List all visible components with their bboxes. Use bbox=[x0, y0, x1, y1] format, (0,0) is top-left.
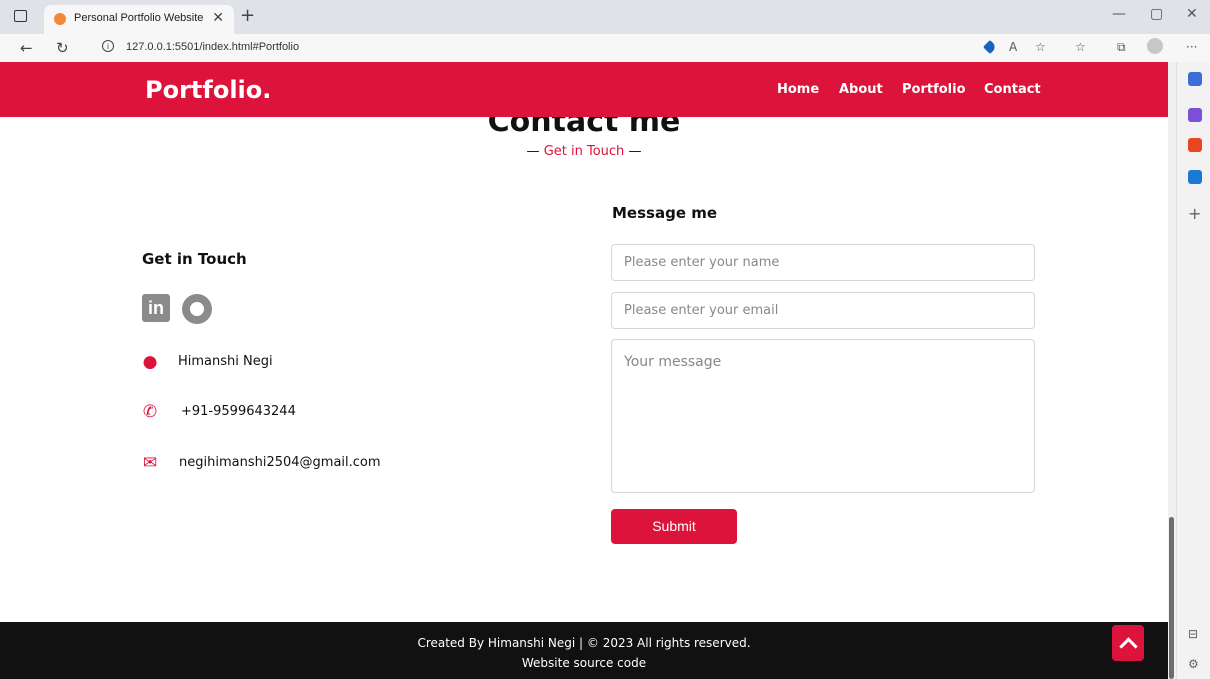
section-subtitle-text: Get in Touch bbox=[543, 144, 625, 159]
scrollbar-thumb[interactable] bbox=[1169, 517, 1174, 679]
scrollbar[interactable] bbox=[1168, 62, 1176, 679]
search-icon[interactable] bbox=[1188, 72, 1202, 86]
nav-contact[interactable]: Contact bbox=[984, 82, 1041, 97]
message-heading: Message me bbox=[612, 204, 718, 222]
contact-name: Himanshi Negi bbox=[178, 354, 273, 369]
tab-title: Personal Portfolio Website bbox=[74, 12, 204, 24]
message-textarea[interactable]: Your message bbox=[611, 339, 1035, 493]
footer: Created By Himanshi Negi | © 2023 All ri… bbox=[0, 622, 1168, 679]
github-icon[interactable] bbox=[182, 294, 212, 324]
close-window-icon[interactable]: ✕ bbox=[1186, 6, 1198, 22]
contact-email: negihimanshi2504@gmail.com bbox=[179, 455, 381, 470]
site-logo[interactable]: Portfolio. bbox=[145, 76, 271, 104]
new-tab-icon[interactable]: + bbox=[240, 5, 255, 26]
dash-left: — bbox=[526, 144, 540, 159]
page-viewport: Contact me — Get in Touch — Portfolio. H… bbox=[0, 62, 1168, 679]
user-icon: ● bbox=[142, 352, 158, 372]
favorites-icon[interactable]: ☆ bbox=[1075, 40, 1086, 54]
site-navbar: Portfolio. Home About Portfolio Contact bbox=[0, 62, 1168, 117]
close-tab-icon[interactable]: ✕ bbox=[212, 10, 224, 26]
minimize-icon[interactable]: — bbox=[1112, 6, 1126, 22]
tab-favicon-icon bbox=[54, 13, 66, 25]
address-bar: ← ↻ i 127.0.0.1:5501/index.html#Portfoli… bbox=[0, 34, 1210, 62]
edge-sidebar: + ⊟ ⚙ bbox=[1176, 62, 1210, 679]
linkedin-icon[interactable]: in bbox=[142, 294, 170, 322]
section-subtitle: — Get in Touch — bbox=[0, 144, 1168, 159]
footer-source-link[interactable]: Website source code bbox=[0, 656, 1168, 670]
refresh-icon[interactable]: ↻ bbox=[56, 39, 69, 57]
profile-icon[interactable] bbox=[1147, 38, 1163, 54]
sidebar-toggle-icon[interactable]: ⊟ bbox=[1188, 627, 1198, 641]
info-icon[interactable]: i bbox=[102, 40, 114, 52]
back-icon[interactable]: ← bbox=[20, 39, 33, 57]
name-input[interactable]: Please enter your name bbox=[611, 244, 1035, 281]
add-icon[interactable]: + bbox=[1188, 204, 1201, 223]
email-input[interactable]: Please enter your email bbox=[611, 292, 1035, 329]
scroll-to-top-button[interactable] bbox=[1112, 625, 1144, 661]
outlook-icon[interactable] bbox=[1188, 170, 1202, 184]
browser-tab-bar: Personal Portfolio Website ✕ + — ▢ ✕ bbox=[0, 0, 1210, 34]
dash-right: — bbox=[628, 144, 642, 159]
tab-actions-icon[interactable] bbox=[14, 10, 27, 22]
footer-copyright: Created By Himanshi Negi | © 2023 All ri… bbox=[417, 636, 751, 650]
contact-phone: +91-9599643244 bbox=[181, 404, 296, 419]
favorite-icon[interactable]: ☆ bbox=[1035, 40, 1046, 54]
more-icon[interactable]: ··· bbox=[1186, 40, 1197, 54]
get-in-touch-heading: Get in Touch bbox=[142, 250, 247, 268]
copilot-icon[interactable] bbox=[1188, 108, 1202, 122]
envelope-icon: ✉ bbox=[142, 453, 158, 473]
url-text: 127.0.0.1:5501/index.html#Portfolio bbox=[126, 41, 300, 53]
read-aloud-icon[interactable]: A bbox=[1009, 40, 1017, 54]
browser-tab[interactable]: Personal Portfolio Website ✕ bbox=[44, 5, 234, 34]
office-icon[interactable] bbox=[1188, 138, 1202, 152]
collections-icon[interactable]: ⧉ bbox=[1117, 40, 1126, 55]
nav-portfolio[interactable]: Portfolio bbox=[902, 82, 966, 97]
restore-icon[interactable]: ▢ bbox=[1150, 6, 1163, 22]
submit-button[interactable]: Submit bbox=[611, 509, 737, 544]
settings-icon[interactable]: ⚙ bbox=[1188, 657, 1199, 671]
phone-icon: ✆ bbox=[142, 402, 158, 422]
nav-about[interactable]: About bbox=[839, 82, 883, 97]
nav-home[interactable]: Home bbox=[777, 82, 819, 97]
